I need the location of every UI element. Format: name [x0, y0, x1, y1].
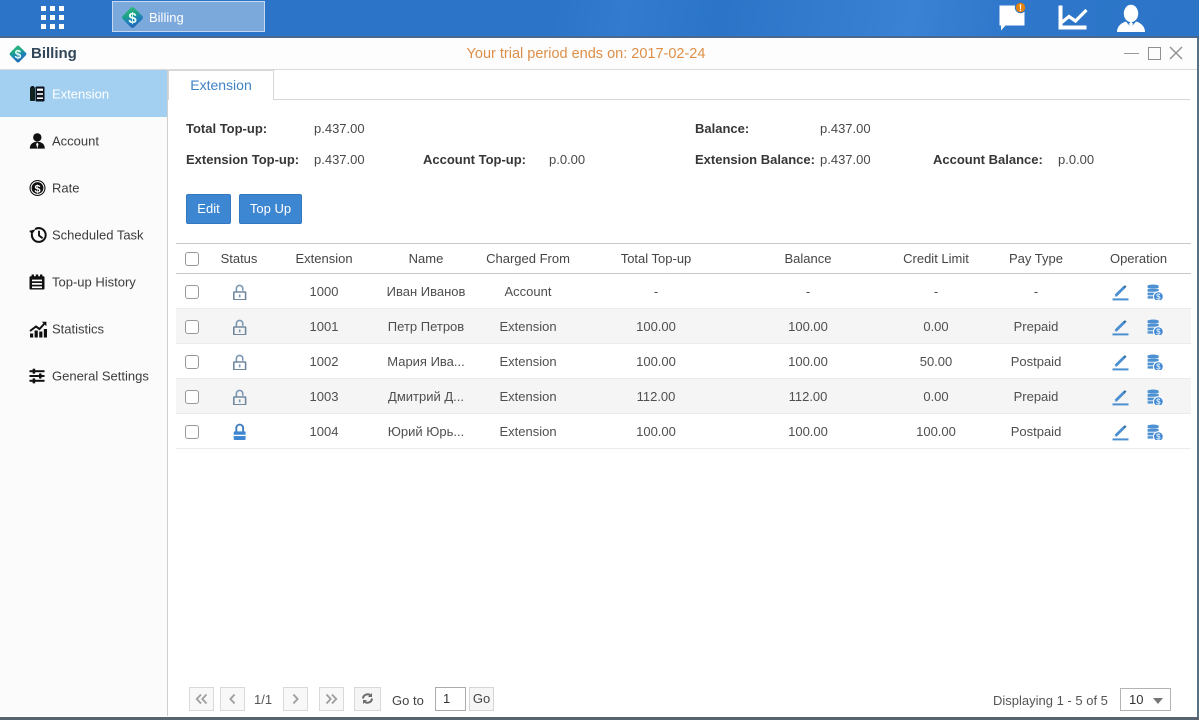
svg-text:$: $	[1156, 328, 1161, 336]
svg-text:$: $	[1156, 398, 1161, 406]
svg-text:$: $	[1156, 433, 1161, 441]
svg-text:$: $	[1156, 363, 1161, 371]
svg-text:!: !	[1019, 3, 1022, 13]
svg-text:$: $	[34, 183, 40, 195]
svg-text:$: $	[128, 10, 137, 27]
svg-text:$: $	[1156, 293, 1161, 301]
